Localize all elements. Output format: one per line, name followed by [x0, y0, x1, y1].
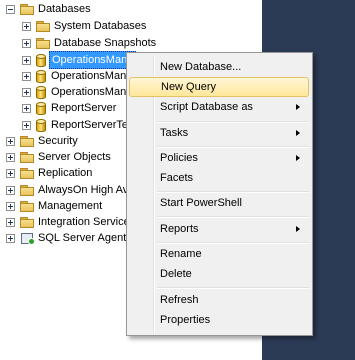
menu-item-new-database[interactable]: New Database...: [129, 57, 309, 77]
folder-icon: [20, 167, 34, 179]
folder-icon: [20, 135, 34, 147]
menu-item-refresh[interactable]: Refresh: [129, 290, 309, 310]
tree-node-label: Server Objects: [38, 151, 111, 163]
menu-item-label: New Database...: [160, 61, 242, 73]
database-icon: [36, 101, 46, 115]
folder-icon: [20, 184, 34, 196]
collapse-icon[interactable]: [6, 4, 15, 14]
tree-node-database[interactable]: OperationsMana: [22, 68, 132, 84]
tree-node-database-selected[interactable]: OperationsMana: [22, 51, 137, 69]
tree-node-database-snapshots[interactable]: Database Snapshots: [22, 35, 156, 51]
expand-icon[interactable]: [22, 55, 31, 65]
tree-node-label: Management: [38, 200, 103, 212]
folder-icon: [36, 20, 50, 32]
menu-separator: [157, 216, 309, 218]
tree-node-databases[interactable]: Databases: [6, 1, 91, 17]
menu-item-label: Facets: [160, 172, 194, 184]
tree-node-label: Security: [38, 135, 78, 147]
menu-item-label: Rename: [160, 248, 202, 260]
tree-node-label: OperationsMana: [51, 70, 133, 82]
tree-node-label: System Databases: [54, 20, 147, 32]
tree-node-alwayson[interactable]: AlwaysOn High Ava: [6, 182, 134, 198]
menu-item-label: Policies: [160, 152, 198, 164]
folder-icon: [20, 151, 34, 163]
database-icon: [36, 69, 46, 83]
menu-item-label: Script Database as: [160, 101, 253, 113]
menu-item-tasks[interactable]: Tasks: [129, 123, 309, 143]
menu-item-label: Delete: [160, 268, 192, 280]
folder-icon: [36, 37, 50, 49]
expand-icon[interactable]: [6, 168, 15, 178]
expand-icon[interactable]: [6, 136, 15, 146]
tree-node-label: Integration Services: [38, 216, 136, 228]
tree-node-integration-services[interactable]: Integration Services: [6, 214, 135, 230]
tree-node-management[interactable]: Management: [6, 198, 102, 214]
expand-icon[interactable]: [22, 87, 31, 97]
menu-item-label: Reports: [160, 223, 199, 235]
expand-icon[interactable]: [22, 71, 31, 81]
tree-node-label: OperationsMana: [51, 86, 133, 98]
folder-icon: [20, 216, 34, 228]
tree-node-replication[interactable]: Replication: [6, 165, 92, 181]
tree-node-server-objects[interactable]: Server Objects: [6, 149, 111, 165]
tree-node-database[interactable]: ReportServerTer: [22, 117, 132, 133]
database-icon: [36, 85, 46, 99]
tree-node-label: OperationsMana: [49, 51, 137, 69]
expand-icon[interactable]: [6, 185, 15, 195]
menu-item-properties[interactable]: Properties: [129, 310, 309, 330]
submenu-arrow-icon: [296, 130, 300, 136]
expand-icon[interactable]: [22, 21, 31, 31]
submenu-arrow-icon: [296, 155, 300, 161]
tree-node-label: Database Snapshots: [54, 37, 157, 49]
menu-item-delete[interactable]: Delete: [129, 264, 309, 284]
folder-icon: [20, 200, 34, 212]
menu-item-new-query[interactable]: New Query: [129, 77, 309, 97]
expand-icon[interactable]: [6, 201, 15, 211]
menu-item-facets[interactable]: Facets: [129, 168, 309, 188]
database-icon: [36, 118, 46, 132]
expand-icon[interactable]: [6, 233, 15, 243]
expand-icon[interactable]: [6, 217, 15, 227]
menu-separator: [157, 287, 309, 289]
menu-item-policies[interactable]: Policies: [129, 148, 309, 168]
database-context-menu: New Database... New Query Script Databas…: [126, 52, 313, 336]
tree-node-sql-server-agent[interactable]: SQL Server Agent: [6, 230, 126, 246]
expand-icon[interactable]: [22, 103, 31, 113]
menu-item-script-database-as[interactable]: Script Database as: [129, 97, 309, 117]
folder-icon: [20, 3, 34, 15]
tree-node-label: Databases: [38, 3, 91, 15]
menu-item-label: Refresh: [160, 294, 199, 306]
tree-node-label: Replication: [38, 167, 93, 179]
tree-node-security[interactable]: Security: [6, 133, 78, 149]
tree-node-label: ReportServer: [51, 102, 117, 114]
menu-item-label: New Query: [161, 81, 217, 93]
tree-node-database[interactable]: ReportServer: [22, 100, 116, 116]
tree-node-system-databases[interactable]: System Databases: [22, 18, 146, 34]
expand-icon[interactable]: [6, 152, 15, 162]
menu-item-rename[interactable]: Rename: [129, 244, 309, 264]
tree-node-database[interactable]: OperationsMana: [22, 84, 132, 100]
sql-agent-icon: [20, 232, 35, 245]
menu-item-reports[interactable]: Reports: [129, 219, 309, 239]
tree-node-label: AlwaysOn High Ava: [38, 184, 135, 196]
menu-item-label: Start PowerShell: [160, 197, 242, 209]
submenu-arrow-icon: [296, 226, 300, 232]
menu-item-start-powershell[interactable]: Start PowerShell: [129, 193, 309, 213]
menu-item-label: Tasks: [160, 127, 189, 139]
tree-node-label: SQL Server Agent: [38, 232, 127, 244]
expand-icon[interactable]: [22, 38, 31, 48]
tree-node-label: ReportServerTer: [51, 119, 132, 131]
database-icon: [36, 53, 46, 67]
expand-icon[interactable]: [22, 120, 31, 130]
menu-item-label: Properties: [160, 314, 211, 326]
submenu-arrow-icon: [296, 104, 300, 110]
